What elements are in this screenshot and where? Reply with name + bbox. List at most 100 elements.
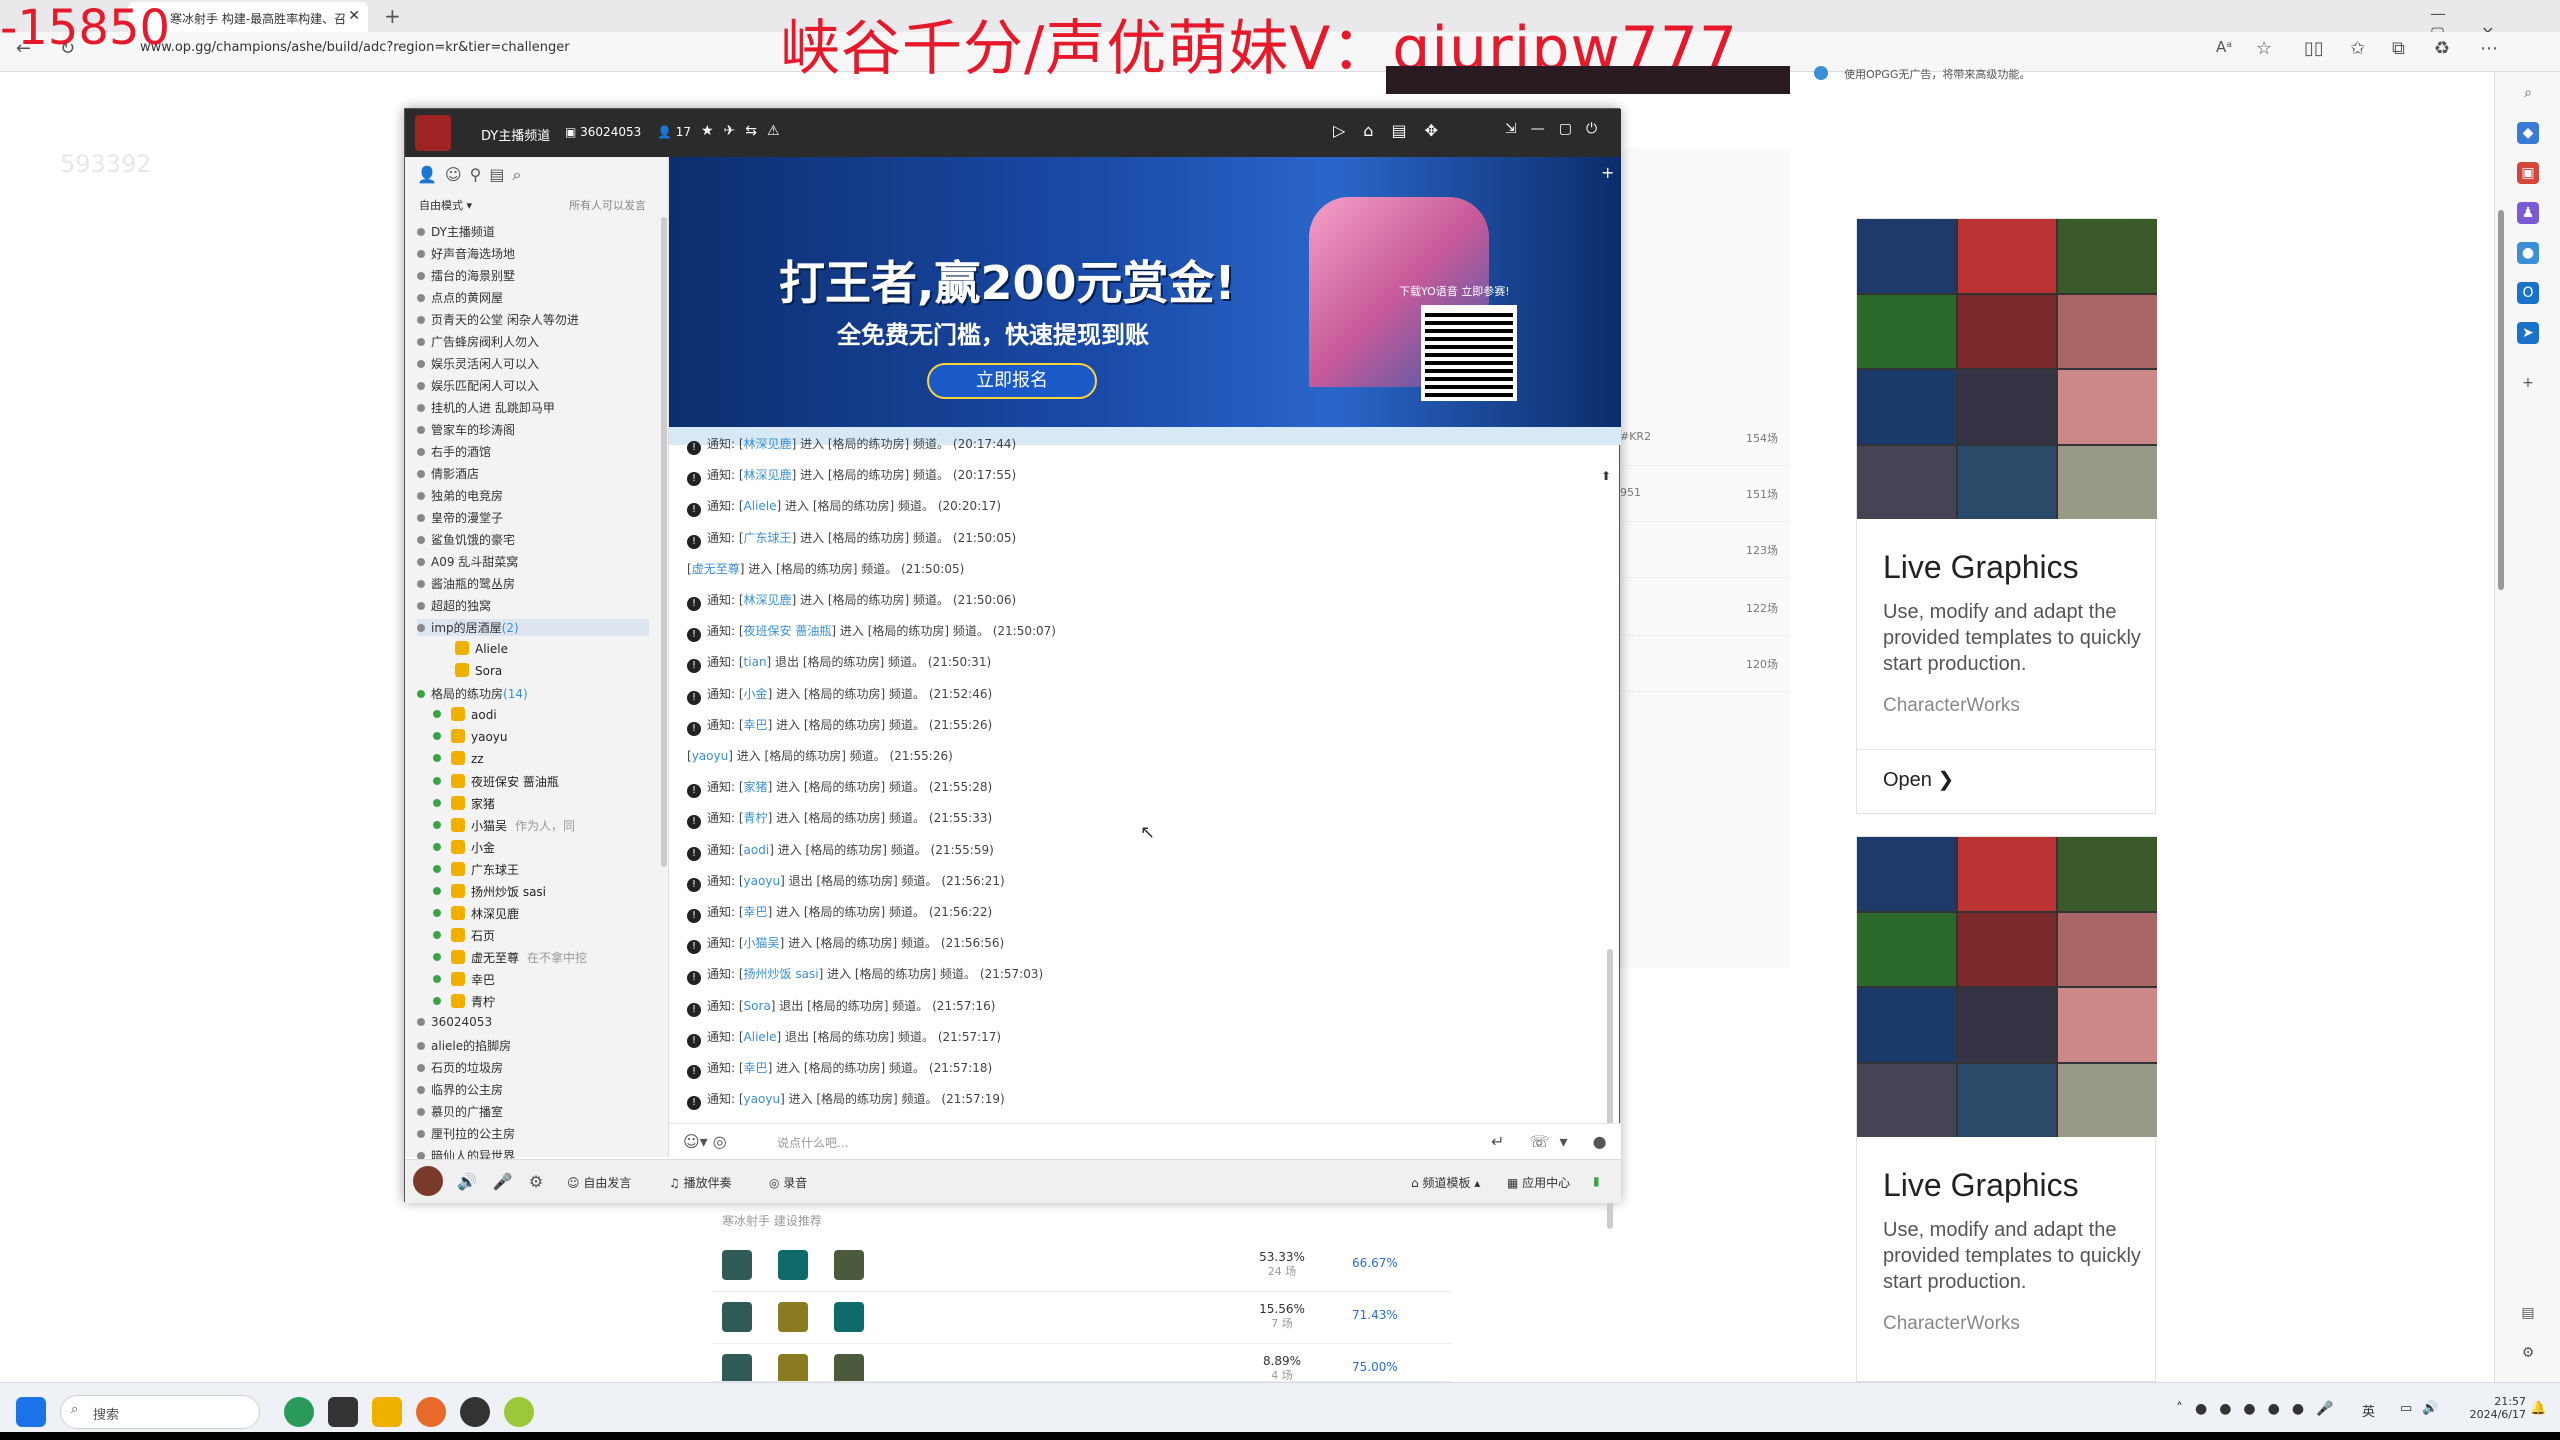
channel-item[interactable]: 超超的独窝 [417, 597, 491, 614]
channel-item[interactable]: 右手的酒馆 [417, 443, 491, 460]
network-volume-icons[interactable]: ▭🔊 [2400, 1401, 2448, 1416]
channel-item[interactable]: DY主播频道 [417, 223, 495, 240]
message-user-link[interactable]: 青柠 [744, 811, 768, 825]
user-item[interactable]: 广东球王 [433, 861, 519, 878]
tray-icons[interactable]: ˄●●●●●🎤 [2176, 1401, 2346, 1417]
emoji-icon[interactable]: ☺▾ ◎ [683, 1132, 727, 1151]
user-item[interactable]: 小猫吴 作为人，同 [433, 817, 575, 834]
channel-item-practice[interactable]: 格局的练功房(14) [417, 685, 528, 702]
user-item[interactable]: zz [433, 751, 484, 766]
user-item[interactable]: yaoyu [433, 729, 508, 744]
channel-item[interactable]: 酱油瓶的鹭丛房 [417, 575, 515, 592]
send-tools[interactable]: ↵ ☏▾ ● [1491, 1132, 1617, 1151]
message-user-link[interactable]: yaoyu [744, 1092, 781, 1106]
message-user-link[interactable]: 家猪 [744, 780, 768, 794]
app-icon[interactable] [328, 1397, 358, 1427]
message-user-link[interactable]: 扬州炒饭 sasi [744, 967, 819, 981]
header-tools[interactable]: ▷⌂▤✥ [1333, 121, 1456, 140]
user-item[interactable]: 林深见鹿 [433, 905, 519, 922]
taskbar-search[interactable]: ⌕ 搜索 [60, 1395, 260, 1429]
ime-indicator[interactable]: 英 [2362, 1401, 2375, 1420]
tag-icon[interactable]: ◆ [2517, 122, 2539, 144]
app-icon[interactable] [504, 1397, 534, 1427]
promo-banner[interactable]: 打王者,赢200元赏金! 全免费无门槛，快速提现到账 立即报名 下载YO语音 立… [669, 157, 1621, 427]
ad-card[interactable]: Live Graphics Use, modify and adapt the … [1856, 218, 2157, 814]
add-icon[interactable]: + [2517, 372, 2539, 394]
ad-open-button[interactable]: Open ❯ [1883, 767, 1954, 792]
message-user-link[interactable]: 林深见鹿 [744, 437, 792, 451]
message-user-link[interactable]: aodi [744, 843, 770, 857]
settings-icon[interactable]: ⚙ [2517, 1342, 2539, 1364]
message-user-link[interactable]: 幸巴 [744, 905, 768, 919]
channel-item[interactable]: 页青天的公堂 闲杂人等勿进 [417, 311, 579, 328]
window-buttons[interactable]: ⇲—▢⏻ [1505, 121, 1611, 137]
new-tab-button[interactable]: + [384, 4, 401, 28]
channel-scrollbar[interactable] [661, 217, 667, 867]
channel-item[interactable]: 倩影酒店 [417, 465, 479, 482]
chat-input[interactable]: 说点什么吧... [777, 1134, 848, 1151]
channel-item[interactable]: 独弟的电竞房 [417, 487, 503, 504]
channel-item[interactable]: 擂台的海景别墅 [417, 267, 515, 284]
page-scrollbar[interactable] [2498, 210, 2504, 590]
build-row[interactable]: 15.56% 7 场 71.43% [712, 1292, 1452, 1344]
channel-item[interactable]: 石页的垃圾房 [417, 1059, 503, 1076]
user-item[interactable]: 小金 [433, 839, 495, 856]
message-user-link[interactable]: 夜班保安 蔷油瓶 [744, 624, 832, 638]
start-icon[interactable] [16, 1397, 46, 1427]
user-item[interactable]: 虚无至尊 在不拿中挖 [433, 949, 587, 966]
favorite-star-icon[interactable]: ☆ [2256, 38, 2272, 59]
message-user-link[interactable]: Sora [744, 999, 771, 1013]
toolbox-icon[interactable]: ▣ [2517, 162, 2539, 184]
edge-icon[interactable] [284, 1397, 314, 1427]
games-icon[interactable]: ♟ [2517, 202, 2539, 224]
send-icon[interactable]: ➤ [2517, 322, 2539, 344]
user-item[interactable]: Sora [455, 663, 502, 678]
build-row[interactable]: 8.89% 4 场 75.00% [712, 1344, 1452, 1382]
mode-select[interactable]: 自由模式 ▾ [419, 197, 472, 213]
channel-item[interactable]: A09 乱斗甜菜窝 [417, 553, 518, 570]
channel-item[interactable]: aliele的掐脚房 [417, 1037, 511, 1054]
more-menu-icon[interactable]: ⋯ [2480, 38, 2498, 59]
user-item[interactable]: Aliele [455, 641, 508, 656]
banner-signup-button[interactable]: 立即报名 [927, 363, 1097, 399]
user-avatar[interactable] [413, 1166, 443, 1196]
app-icon[interactable] [460, 1397, 490, 1427]
audio-controls[interactable]: 🔊🎤⚙ [457, 1172, 559, 1191]
music-button[interactable]: ♫ 播放伴奏 [669, 1174, 732, 1191]
message-user-link[interactable]: 林深见鹿 [744, 468, 792, 482]
favorites-icon[interactable]: ✩ [2350, 38, 2365, 59]
template-button[interactable]: ⌂ 频道模板 ▴ [1411, 1174, 1480, 1191]
channel-item[interactable]: 慕贝的广播室 [417, 1103, 503, 1120]
banner-close-icon[interactable]: + [1601, 163, 1614, 182]
ad-card[interactable]: Live Graphics Use, modify and adapt the … [1856, 836, 2157, 1382]
app-icon[interactable] [372, 1397, 402, 1427]
free-speak-button[interactable]: ☺ 自由发言 [567, 1174, 631, 1191]
channel-item[interactable]: 管家车的珍涛阁 [417, 421, 515, 438]
user-item[interactable]: 石页 [433, 927, 495, 944]
app-center-button[interactable]: ▦ 应用中心 [1507, 1174, 1570, 1191]
channel-item[interactable]: 临界的公主房 [417, 1081, 503, 1098]
user-item[interactable]: 家猪 [433, 795, 495, 812]
read-aloud-icon[interactable]: Aᵃ [2216, 38, 2232, 56]
channel-item-current[interactable]: imp的居酒屋(2) [417, 619, 649, 636]
message-user-link[interactable]: Aliele [744, 499, 777, 513]
message-user-link[interactable]: 小金 [744, 687, 768, 701]
channel-item[interactable]: 娱乐灵活闲人可以入 [417, 355, 539, 372]
left-toolbar[interactable]: 👤☺⚲▤⌕ [417, 165, 529, 185]
channel-item[interactable]: 鲨鱼饥饿的豪宅 [417, 531, 515, 548]
notification-icon[interactable]: 🔔 [2530, 1401, 2546, 1416]
message-user-link[interactable]: yaoyu [744, 874, 781, 888]
channel-item[interactable]: 点点的黄网屋 [417, 289, 503, 306]
message-user-link[interactable]: 林深见鹿 [744, 593, 792, 607]
channel-item[interactable]: 36024053 [417, 1015, 492, 1029]
user-item[interactable]: aodi [433, 707, 497, 722]
user-item[interactable]: 扬州炒饭 sasi [433, 883, 546, 900]
user-item[interactable]: 青柠 [433, 993, 495, 1010]
url-field[interactable]: www.op.gg/champions/ashe/build/adc?regio… [140, 40, 570, 55]
message-user-link[interactable]: Aliele [744, 1030, 777, 1044]
scroll-top-icon[interactable]: ⬆ [1601, 469, 1611, 483]
split-view-icon[interactable]: ▯▯ [2304, 38, 2324, 59]
user-item[interactable]: 幸巴 [433, 971, 495, 988]
channel-item[interactable]: 娱乐匹配闲人可以入 [417, 377, 539, 394]
channel-item[interactable]: 皇帝的漫堂子 [417, 509, 503, 526]
